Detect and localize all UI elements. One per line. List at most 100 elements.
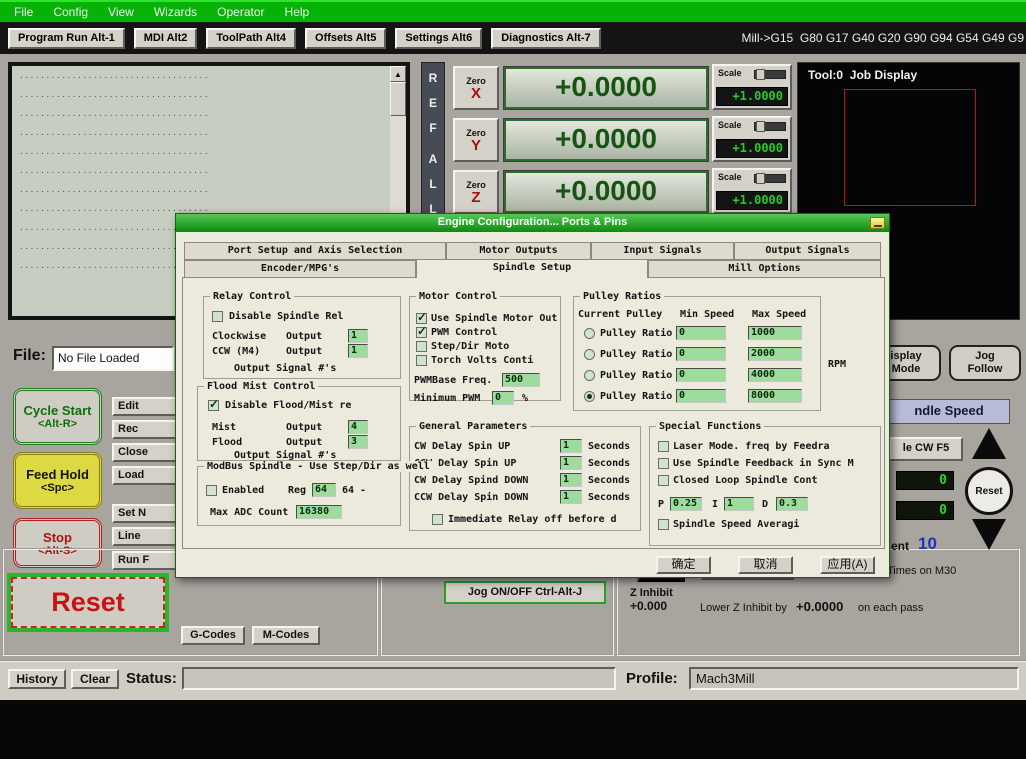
pwmbase-freq-input[interactable]: 500 <box>502 373 540 387</box>
spindle-feedback-checkbox[interactable] <box>658 458 669 469</box>
pwm-control-checkbox[interactable] <box>416 324 427 338</box>
cw-delay-up-input[interactable]: 1 <box>560 439 582 453</box>
gcodes-button[interactable]: G-Codes <box>181 626 245 645</box>
y-scale-dro[interactable]: +1.0000 <box>716 139 788 158</box>
dialog-tab-encoder-mpg[interactable]: Encoder/MPG's <box>184 260 416 278</box>
torch-volts-control-checkbox[interactable] <box>416 355 427 366</box>
feed-hold-button[interactable]: Feed Hold <Spc> <box>13 452 102 509</box>
dialog-tab-mill-options[interactable]: Mill Options <box>648 260 881 278</box>
spindle-speed-down-icon[interactable] <box>972 519 1006 550</box>
disable-flood-mist-checkbox[interactable] <box>208 397 219 411</box>
pulley-1-min-input[interactable]: 0 <box>676 326 726 340</box>
tab-mdi[interactable]: MDI Alt2 <box>133 27 198 49</box>
menu-help[interactable]: Help <box>275 3 320 21</box>
pulley-1-radio[interactable] <box>584 328 595 339</box>
modbus-enabled-checkbox[interactable] <box>206 485 217 496</box>
dialog-title-bar[interactable]: Engine Configuration... Ports & Pins <box>176 214 889 232</box>
pulley-1-max-input[interactable]: 1000 <box>748 326 802 340</box>
step-dir-motor-checkbox[interactable] <box>416 341 427 352</box>
lower-z-inhibit-value[interactable]: +0.0000 <box>796 599 843 614</box>
menu-wizards[interactable]: Wizards <box>144 3 207 21</box>
pid-d-input[interactable]: 0.3 <box>776 497 808 511</box>
z-scale-dro[interactable]: +1.0000 <box>716 191 788 210</box>
modbus-reg-input[interactable]: 64 <box>312 483 336 497</box>
pulley-2-radio[interactable] <box>584 349 595 360</box>
tab-program-run[interactable]: Program Run Alt-1 <box>8 27 125 49</box>
ccw-delay-up-input[interactable]: 1 <box>560 456 582 470</box>
use-spindle-motor-output-checkbox[interactable] <box>416 310 427 324</box>
pulley-4-min-input[interactable]: 0 <box>676 389 726 403</box>
laser-mode-checkbox[interactable] <box>658 441 669 452</box>
x-axis-dro[interactable]: +0.0000 <box>504 67 708 109</box>
dialog-tab-port-setup[interactable]: Port Setup and Axis Selection <box>184 242 446 260</box>
zero-y-button[interactable]: Zero Y <box>453 118 499 162</box>
pulley-4-max-input[interactable]: 8000 <box>748 389 802 403</box>
mcodes-button[interactable]: M-Codes <box>252 626 320 645</box>
flood-output-input[interactable]: 3 <box>348 435 368 449</box>
clockwise-output-input[interactable]: 1 <box>348 329 368 343</box>
line-button[interactable]: Line <box>112 527 177 546</box>
y-axis-dro[interactable]: +0.0000 <box>504 119 708 161</box>
menu-file[interactable]: File <box>4 3 43 21</box>
spindle-percent-value[interactable]: 10 <box>918 534 937 554</box>
ccw-delay-down-input[interactable]: 1 <box>560 490 582 504</box>
pid-i-input[interactable]: 1 <box>724 497 754 511</box>
cycle-start-button[interactable]: Cycle Start <Alt-R> <box>13 388 102 445</box>
jog-on-off-button[interactable]: Jog ON/OFF Ctrl-Alt-J <box>444 581 606 604</box>
closed-loop-checkbox[interactable] <box>658 475 669 486</box>
close-gcode-button[interactable]: Close <box>112 443 177 462</box>
zero-x-button[interactable]: Zero X <box>453 66 499 110</box>
cancel-button[interactable]: 取消 <box>738 556 793 574</box>
edit-gcode-button[interactable]: Edit <box>112 397 177 416</box>
set-next-line-button[interactable]: Set N <box>112 504 177 523</box>
scrollbar-thumb[interactable] <box>390 82 406 116</box>
spindle-reset-button[interactable]: Reset <box>965 467 1013 515</box>
immediate-relay-off-checkbox[interactable] <box>432 514 443 525</box>
dialog-tab-input-signals[interactable]: Input Signals <box>591 242 734 260</box>
menu-operator[interactable]: Operator <box>207 3 274 21</box>
pulley-2-max-input[interactable]: 2000 <box>748 347 802 361</box>
minimize-icon[interactable] <box>870 217 885 229</box>
x-scale-slider[interactable] <box>754 69 786 80</box>
ccw-output-input[interactable]: 1 <box>348 344 368 358</box>
jog-follow-button[interactable]: Jog Follow <box>949 345 1021 381</box>
menu-config[interactable]: Config <box>43 3 98 21</box>
tab-toolpath[interactable]: ToolPath Alt4 <box>206 27 297 49</box>
tab-offsets[interactable]: Offsets Alt5 <box>305 27 387 49</box>
z-scale-slider[interactable] <box>754 173 786 184</box>
dialog-tab-output-signals[interactable]: Output Signals <box>734 242 881 260</box>
load-gcode-button[interactable]: Load <box>112 466 177 485</box>
spindle-speed-up-icon[interactable] <box>972 428 1006 459</box>
apply-button[interactable]: 应用(A) <box>820 556 875 574</box>
spindle-cw-button[interactable]: le CW F5 <box>889 437 963 461</box>
pid-p-input[interactable]: 0.25 <box>670 497 702 511</box>
menu-view[interactable]: View <box>98 3 144 21</box>
y-scale-slider[interactable] <box>754 121 786 132</box>
pulley-3-max-input[interactable]: 4000 <box>748 368 802 382</box>
max-adc-count-input[interactable]: 16380 <box>296 505 342 519</box>
dialog-tab-motor-outputs[interactable]: Motor Outputs <box>446 242 591 260</box>
pulley-3-radio[interactable] <box>584 370 595 381</box>
reset-button[interactable]: Reset <box>7 573 169 632</box>
spindle-speed-averaging-checkbox[interactable] <box>658 519 669 530</box>
disable-spindle-relays-checkbox[interactable] <box>212 311 223 322</box>
pulley-2-min-input[interactable]: 0 <box>676 347 726 361</box>
z-axis-dro[interactable]: +0.0000 <box>504 171 708 213</box>
ok-button[interactable]: 确定 <box>656 556 711 574</box>
pulley-4-radio[interactable] <box>584 391 595 402</box>
zero-z-button[interactable]: Zero Z <box>453 170 499 214</box>
recent-file-button[interactable]: Rec <box>112 420 177 439</box>
x-scale-dro[interactable]: +1.0000 <box>716 87 788 106</box>
dialog-tab-spindle-setup[interactable]: Spindle Setup <box>416 259 648 278</box>
z-inhibit-value[interactable]: +0.000 <box>630 599 667 613</box>
tab-settings[interactable]: Settings Alt6 <box>395 27 483 49</box>
profile-label: Profile: <box>626 670 678 687</box>
mist-output-input[interactable]: 4 <box>348 420 368 434</box>
pulley-3-min-input[interactable]: 0 <box>676 368 726 382</box>
scroll-up-icon[interactable]: ▲ <box>390 66 406 82</box>
history-button[interactable]: History <box>8 669 66 689</box>
cw-delay-down-input[interactable]: 1 <box>560 473 582 487</box>
clear-button[interactable]: Clear <box>71 669 119 689</box>
tab-diagnostics[interactable]: Diagnostics Alt-7 <box>491 27 601 49</box>
minimum-pwm-input[interactable]: 0 <box>492 391 514 405</box>
